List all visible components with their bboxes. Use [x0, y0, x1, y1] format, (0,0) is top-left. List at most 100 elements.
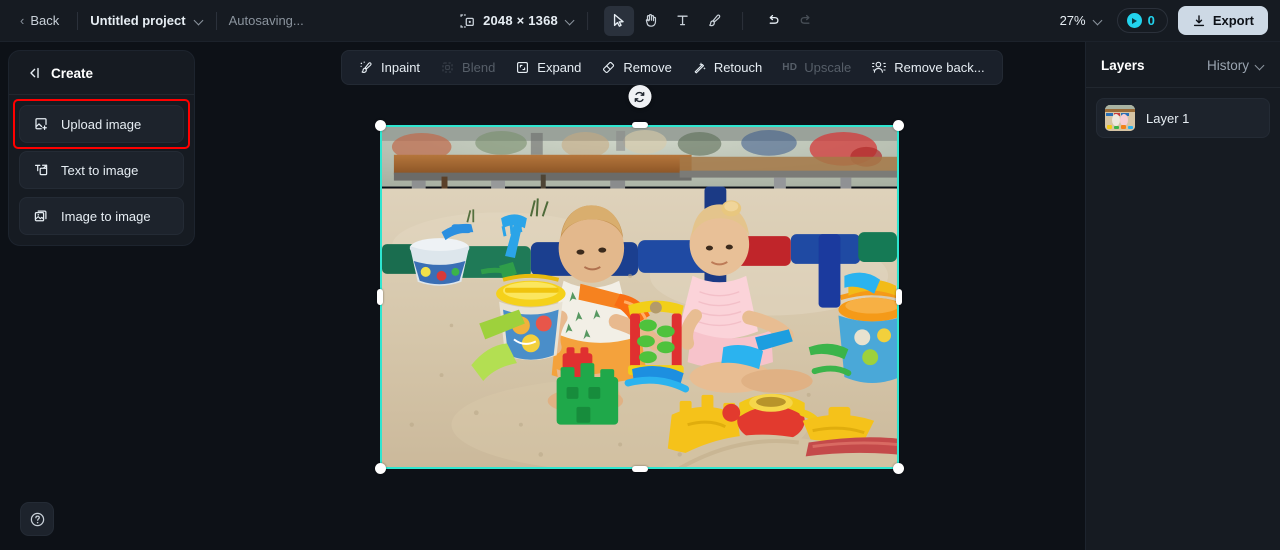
- brush-icon: [709, 14, 721, 27]
- cursor-icon: [614, 13, 625, 27]
- hd-badge: HD: [782, 62, 798, 73]
- divider: [215, 11, 217, 30]
- canvas-size-icon: [460, 13, 474, 28]
- top-bar-center: 2048 × 1368: [459, 0, 821, 41]
- brush-tool[interactable]: [700, 6, 730, 36]
- collapse-left-icon[interactable]: [25, 65, 41, 81]
- pan-tool[interactable]: [636, 6, 666, 36]
- canvas-size-value: 2048 × 1368: [483, 13, 558, 28]
- sidebar-item-image-to-image[interactable]: Image to image: [19, 197, 184, 235]
- history-controls: [759, 6, 821, 36]
- resize-handle-left[interactable]: [377, 289, 383, 305]
- credit-icon: [1126, 13, 1142, 28]
- top-bar: ‹ Back Untitled project Autosaving... 20…: [0, 0, 1280, 42]
- top-bar-right: 27% 0 Export: [1056, 0, 1268, 41]
- resize-handle-top[interactable]: [631, 122, 648, 128]
- help-icon: [30, 512, 44, 526]
- right-panel: Layers History Layer 1: [1085, 42, 1280, 550]
- expand-icon: [517, 62, 529, 73]
- sidebar-item-upload-image[interactable]: Upload image: [13, 99, 190, 149]
- selected-layer[interactable]: [375, 85, 904, 474]
- resize-handle-bottom-right[interactable]: [893, 463, 904, 474]
- canvas-image: [382, 127, 897, 467]
- resize-handle-bottom[interactable]: [631, 466, 648, 472]
- help-button[interactable]: [20, 502, 54, 536]
- toolbar-inpaint[interactable]: Inpaint: [350, 54, 429, 81]
- layer-thumbnail: [1105, 105, 1135, 131]
- sidebar-item-text-to-image[interactable]: Text to image: [19, 151, 184, 189]
- inpaint-icon: [360, 61, 372, 73]
- toolbar-retouch[interactable]: Retouch: [683, 54, 771, 81]
- sidebar-title: Create: [51, 65, 94, 81]
- back-button[interactable]: ‹ Back: [14, 9, 65, 32]
- text-to-image-icon: [34, 164, 48, 176]
- rotate-handle[interactable]: [628, 85, 651, 108]
- toolbar-item-label: Retouch: [713, 60, 763, 75]
- sidebar-items: Upload image Text to image Image to imag…: [9, 95, 194, 245]
- tab-history[interactable]: History: [1207, 58, 1265, 73]
- divider: [586, 11, 588, 30]
- toolbar-expand[interactable]: Expand: [506, 54, 590, 81]
- text-tool[interactable]: [668, 6, 698, 36]
- sidebar-header: Create: [9, 51, 194, 95]
- text-icon: [677, 15, 689, 26]
- back-label: Back: [30, 13, 60, 28]
- tab-history-label: History: [1206, 58, 1249, 73]
- toolbar-upscale[interactable]: HD Upscale: [773, 54, 860, 81]
- layer-item[interactable]: Layer 1: [1096, 98, 1270, 138]
- chevron-down-icon: [1256, 61, 1265, 70]
- resize-handle-top-left[interactable]: [375, 120, 386, 131]
- selection-frame: [380, 125, 899, 469]
- chevron-down-icon[interactable]: [195, 16, 204, 25]
- rotate-icon: [634, 91, 645, 102]
- layer-name: Layer 1: [1146, 110, 1190, 126]
- toolbar-item-label: Remove: [623, 60, 672, 75]
- export-button[interactable]: Export: [1177, 6, 1268, 35]
- export-label: Export: [1212, 13, 1254, 28]
- select-tool[interactable]: [603, 5, 634, 36]
- toolbar-remove[interactable]: Remove: [592, 54, 680, 81]
- sidebar-item-label: Image to image: [61, 208, 151, 224]
- credits-badge[interactable]: 0: [1116, 8, 1168, 33]
- image-to-image-icon: [34, 210, 47, 222]
- divider: [741, 11, 743, 30]
- redo-button[interactable]: [791, 6, 821, 36]
- sidebar-item-label: Upload image: [61, 116, 142, 132]
- resize-handle-right[interactable]: [896, 289, 902, 305]
- toolbar-item-label: Inpaint: [381, 60, 421, 75]
- redo-icon: [800, 14, 810, 24]
- blend-icon: [442, 62, 453, 73]
- zoom-selector[interactable]: 27%: [1056, 10, 1107, 31]
- toolbar-item-label: Upscale: [804, 60, 852, 75]
- toolbar-blend[interactable]: Blend: [431, 54, 504, 81]
- toolbar-item-label: Blend: [462, 60, 496, 75]
- upload-image-icon: [35, 118, 47, 131]
- project-name[interactable]: Untitled project: [90, 13, 185, 28]
- canvas-area[interactable]: [200, 42, 1080, 550]
- app-root: ‹ Back Untitled project Autosaving... 20…: [0, 0, 1280, 550]
- toolbar-remove-background[interactable]: Remove back...: [862, 54, 993, 81]
- divider: [77, 11, 79, 30]
- credits-count: 0: [1147, 13, 1155, 28]
- remove-icon: [603, 61, 615, 73]
- chevron-down-icon: [566, 16, 575, 25]
- resize-handle-top-right[interactable]: [893, 120, 904, 131]
- canvas-toolbar: Inpaint Blend Expand Remove Retouch HD U…: [341, 50, 1003, 85]
- tool-group: [603, 5, 730, 36]
- toolbar-item-label: Remove back...: [894, 60, 985, 75]
- undo-icon: [769, 14, 779, 24]
- undo-button[interactable]: [759, 6, 789, 36]
- create-sidebar: Create Upload image Text to image Image …: [8, 50, 195, 246]
- tab-layers[interactable]: Layers: [1101, 58, 1145, 73]
- layer-thumbnail-image: [1105, 105, 1135, 131]
- right-panel-header: Layers History: [1086, 42, 1280, 88]
- canvas-size-selector[interactable]: 2048 × 1368: [459, 13, 575, 29]
- top-bar-left: ‹ Back Untitled project Autosaving...: [0, 0, 304, 41]
- layers-list: Layer 1: [1086, 88, 1280, 148]
- remove-background-icon: [872, 61, 887, 73]
- chevron-left-icon: ‹: [20, 13, 25, 28]
- resize-handle-bottom-left[interactable]: [375, 463, 386, 474]
- retouch-icon: [694, 62, 706, 74]
- toolbar-item-label: Expand: [537, 60, 582, 75]
- sidebar-item-label: Text to image: [61, 162, 139, 178]
